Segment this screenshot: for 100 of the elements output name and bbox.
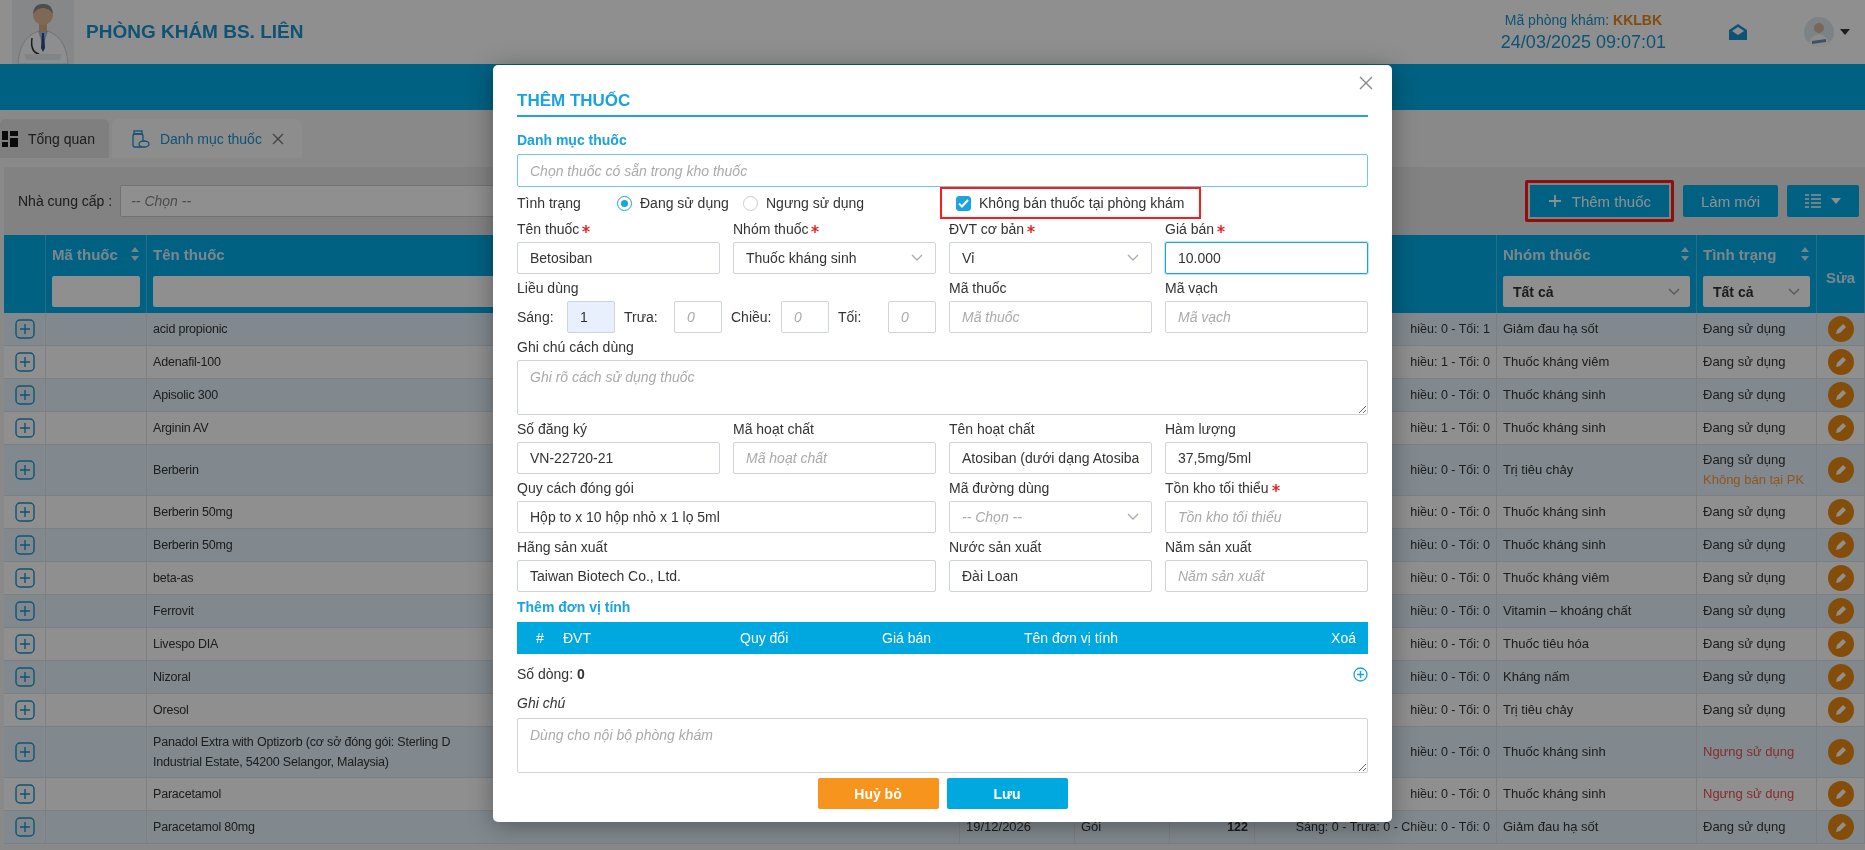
- edit-button[interactable]: [1827, 349, 1854, 375]
- expand-icon[interactable]: [14, 460, 35, 480]
- table-cell-text: Thuốc tiêu hóa: [1503, 635, 1589, 653]
- input-field[interactable]: Tồn kho tối thiểu: [1165, 501, 1368, 533]
- close-icon[interactable]: [271, 132, 284, 145]
- input-field[interactable]: Mã vạch: [1165, 301, 1368, 333]
- input-field[interactable]: Hộp to x 10 hộp nhỏ x 1 lọ 5ml: [517, 501, 936, 533]
- edit-button[interactable]: [1827, 631, 1854, 657]
- filter-input[interactable]: [52, 276, 140, 307]
- edit-button[interactable]: [1827, 697, 1854, 723]
- expand-icon[interactable]: [14, 817, 35, 837]
- edit-button[interactable]: [1827, 499, 1854, 525]
- field-label: ĐVT cơ bản: [949, 221, 1025, 237]
- close-icon[interactable]: [1359, 76, 1373, 90]
- chevron-down-icon: [1127, 254, 1139, 262]
- expand-icon[interactable]: [14, 535, 35, 555]
- edit-button[interactable]: [1827, 565, 1854, 591]
- status-text: Đang sử dụng: [1703, 602, 1786, 620]
- status-text: Đang sử dụng: [1703, 635, 1786, 653]
- expand-icon[interactable]: [14, 700, 35, 720]
- table-cell-text: hiều: 0 - Tối: 0: [1410, 570, 1490, 587]
- expand-icon[interactable]: [14, 385, 35, 405]
- pencil-icon: [1833, 604, 1848, 618]
- table-cell-text: Adenafil-100: [153, 354, 221, 371]
- input-field[interactable]: 10.000: [1165, 242, 1368, 274]
- caret-icon: [1831, 198, 1841, 204]
- edit-button[interactable]: [1827, 415, 1854, 441]
- field-label: Hãng sản xuất: [517, 539, 608, 555]
- expand-icon[interactable]: [14, 784, 35, 804]
- input-field[interactable]: 1: [567, 301, 615, 333]
- edit-button[interactable]: [1827, 739, 1854, 765]
- radio-label: Ngưng sử dụng: [766, 195, 865, 211]
- radio-button[interactable]: [743, 195, 758, 211]
- text-area[interactable]: Ghi rõ cách sử dụng thuốc: [517, 360, 1368, 415]
- table-cell-text: Trị tiêu chảy: [1503, 701, 1574, 719]
- input-field[interactable]: 0: [888, 301, 936, 333]
- input-field[interactable]: Đài Loan: [949, 560, 1152, 592]
- radio-button[interactable]: [617, 195, 632, 211]
- filter-dropdown[interactable]: Tất cả: [1703, 276, 1810, 307]
- plus-circle-icon[interactable]: [1353, 666, 1368, 682]
- text-area[interactable]: Dùng cho nội bộ phòng khám: [517, 718, 1368, 773]
- search-field[interactable]: Chọn thuốc có sẵn trong kho thuốc: [517, 154, 1368, 187]
- edit-button[interactable]: [1827, 382, 1854, 408]
- table-cell-text: hiều: 0 - Tối: 0: [1410, 603, 1490, 620]
- edit-button[interactable]: [1827, 532, 1854, 558]
- input-field[interactable]: Mã hoạt chất: [733, 442, 936, 474]
- dropdown[interactable]: Vỉ: [949, 242, 1152, 274]
- clinic-name: PHÒNG KHÁM BS. LIÊN: [86, 21, 304, 43]
- field-label: Nhóm thuốc: [733, 221, 809, 237]
- input-field[interactable]: 37,5mg/5ml: [1165, 442, 1368, 474]
- input-field[interactable]: Năm sản xuất: [1165, 560, 1368, 592]
- input-field[interactable]: Atosiban (dưới dạng Atosiba: [949, 442, 1152, 474]
- field-label: Quy cách đóng gói: [517, 480, 634, 496]
- table-cell-text: Thuốc kháng viêm: [1503, 569, 1610, 587]
- expand-icon[interactable]: [14, 568, 35, 588]
- input-field[interactable]: Taiwan Biotech Co., Ltd.: [517, 560, 936, 592]
- check-icon: [958, 198, 969, 208]
- pencil-icon: [1833, 820, 1848, 834]
- input-field[interactable]: VN-22720-21: [517, 442, 720, 474]
- expand-icon[interactable]: [14, 502, 35, 522]
- table-cell-text: hiều: 0 - Tối: 0: [1410, 462, 1490, 479]
- dropdown[interactable]: Thuốc kháng sinh: [733, 242, 936, 274]
- grid-icon: [2, 130, 18, 147]
- dialog-title: THÊM THUỐC: [517, 65, 1368, 117]
- edit-button[interactable]: [1827, 598, 1854, 624]
- checkbox[interactable]: [956, 195, 971, 211]
- status-text: Đang sử dụng: [1703, 536, 1786, 554]
- edit-button[interactable]: [1827, 814, 1854, 840]
- table-cell-text: Thuốc kháng sinh: [1503, 386, 1606, 404]
- edit-button[interactable]: [1827, 457, 1854, 483]
- sort-icon[interactable]: [130, 246, 140, 262]
- column-header: ĐVT: [563, 630, 592, 646]
- column-header: Tên đơn vị tính: [1024, 630, 1119, 646]
- expand-icon[interactable]: [14, 352, 35, 372]
- expand-icon[interactable]: [14, 601, 35, 621]
- caret-icon[interactable]: [1840, 29, 1850, 35]
- pencil-icon: [1833, 670, 1848, 684]
- edit-button[interactable]: [1827, 316, 1854, 342]
- input-field[interactable]: Mã thuốc: [949, 301, 1152, 333]
- expand-icon[interactable]: [14, 634, 35, 654]
- input-field[interactable]: 0: [674, 301, 722, 333]
- filter-dropdown[interactable]: Tất cả: [1503, 276, 1690, 307]
- expand-icon[interactable]: [14, 418, 35, 438]
- pencil-icon: [1833, 745, 1848, 759]
- input-field[interactable]: Betosiban: [517, 242, 720, 274]
- edit-button[interactable]: [1827, 664, 1854, 690]
- expand-icon[interactable]: [14, 319, 35, 339]
- sort-icon[interactable]: [1800, 246, 1810, 262]
- mail-icon[interactable]: [1728, 23, 1748, 41]
- view-menu-button[interactable]: [1787, 185, 1859, 217]
- expand-icon[interactable]: [14, 742, 35, 762]
- table-cell-text: Thuốc kháng sinh: [1503, 419, 1606, 437]
- sort-icon[interactable]: [1680, 246, 1690, 262]
- status-text: Đang sử dụng: [1703, 320, 1786, 338]
- field-label: Năm sản xuất: [1165, 539, 1252, 555]
- input-field[interactable]: 0: [781, 301, 829, 333]
- expand-icon[interactable]: [14, 667, 35, 687]
- edit-button[interactable]: [1827, 781, 1854, 807]
- tab[interactable]: Tổng quan: [0, 119, 109, 158]
- pencil-icon: [1833, 505, 1848, 519]
